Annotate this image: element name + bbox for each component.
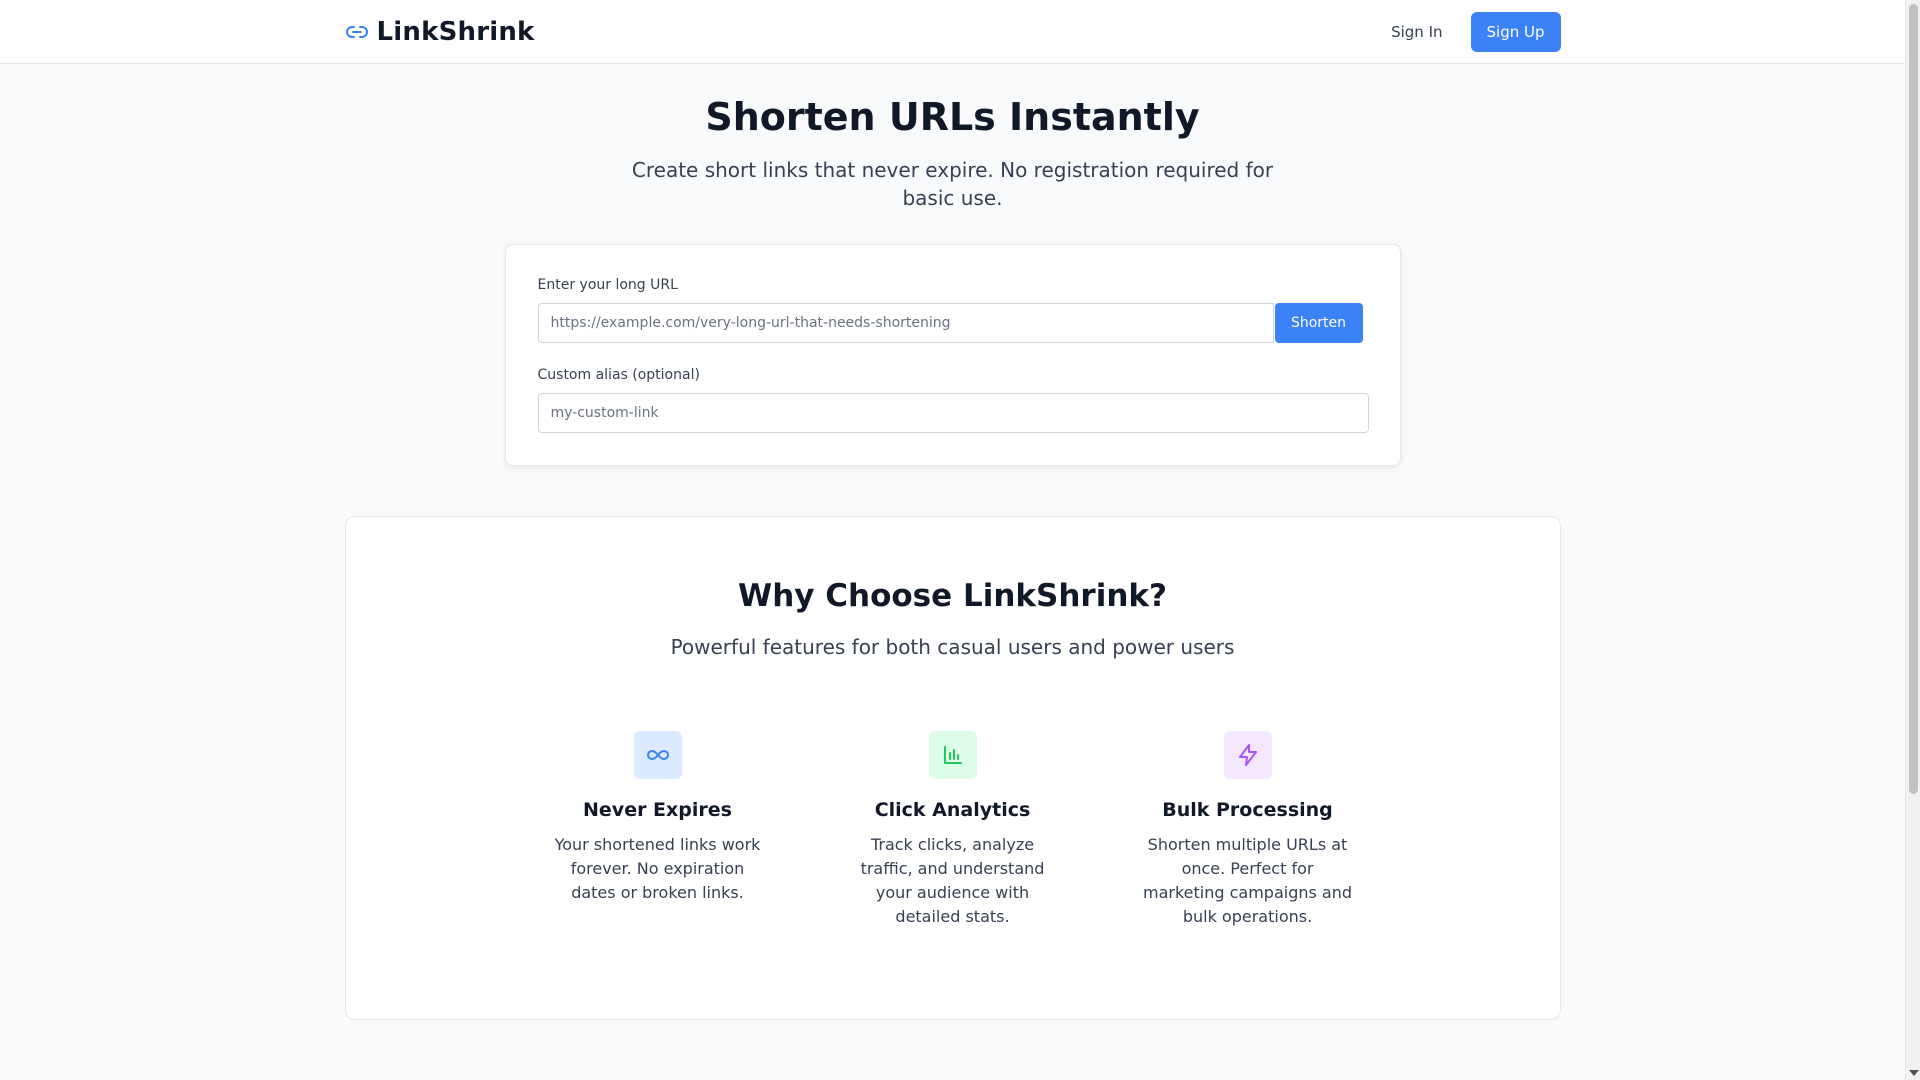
- page-scrollbar[interactable]: [1905, 0, 1920, 1080]
- bar-chart-icon: [928, 731, 977, 779]
- brand-logo[interactable]: LinkShrink: [345, 17, 535, 47]
- feature-title: Bulk Processing: [1162, 799, 1333, 821]
- features-subtitle: Powerful features for both casual users …: [670, 635, 1235, 659]
- url-input-row: Shorten: [537, 303, 1368, 343]
- scroll-down-arrow-icon[interactable]: [1909, 1070, 1919, 1076]
- scrollbar-thumb[interactable]: [1909, 4, 1918, 794]
- header-inner: LinkShrink Sign In Sign Up: [345, 0, 1561, 64]
- alias-label: Custom alias (optional): [537, 367, 700, 383]
- feature-click-analytics: Click Analytics Track clicks, analyze tr…: [833, 731, 1073, 929]
- lightning-icon: [1223, 731, 1272, 779]
- custom-alias-input[interactable]: [537, 393, 1369, 433]
- hero-section: Shorten URLs Instantly Create short link…: [0, 64, 1905, 212]
- feature-description: Track clicks, analyze traffic, and under…: [860, 835, 1045, 926]
- features-title: Why Choose LinkShrink?: [738, 578, 1167, 614]
- header-nav: Sign In Sign Up: [1391, 12, 1561, 52]
- feature-never-expires: Never Expires Your shortened links work …: [538, 731, 778, 929]
- feature-description: Your shortened links work forever. No ex…: [554, 835, 761, 902]
- feature-description: Shorten multiple URLs at once. Perfect f…: [1142, 835, 1353, 926]
- shorten-form-card: Enter your long URL Shorten Custom alias…: [504, 244, 1401, 466]
- hero-title: Shorten URLs Instantly: [705, 95, 1200, 139]
- feature-bulk-processing: Bulk Processing Shorten multiple URLs at…: [1128, 731, 1368, 929]
- site-header: LinkShrink Sign In Sign Up: [0, 0, 1905, 64]
- feature-grid: Never Expires Your shortened links work …: [346, 731, 1560, 929]
- shorten-button[interactable]: Shorten: [1274, 303, 1363, 343]
- features-section: Why Choose LinkShrink? Powerful features…: [344, 516, 1561, 1020]
- infinity-icon: [633, 731, 682, 779]
- link-icon: [345, 20, 369, 44]
- alias-group: Custom alias (optional): [537, 367, 1369, 433]
- hero-subtitle: Create short links that never expire. No…: [631, 158, 1274, 210]
- sign-up-button[interactable]: Sign Up: [1470, 12, 1561, 52]
- page: LinkShrink Sign In Sign Up Shorten URLs …: [0, 0, 1905, 1080]
- url-label: Enter your long URL: [537, 277, 678, 293]
- feature-title: Click Analytics: [874, 799, 1031, 821]
- brand-name: LinkShrink: [376, 17, 535, 47]
- sign-in-link[interactable]: Sign In: [1391, 23, 1442, 41]
- long-url-input[interactable]: [537, 303, 1274, 343]
- feature-title: Never Expires: [583, 799, 732, 821]
